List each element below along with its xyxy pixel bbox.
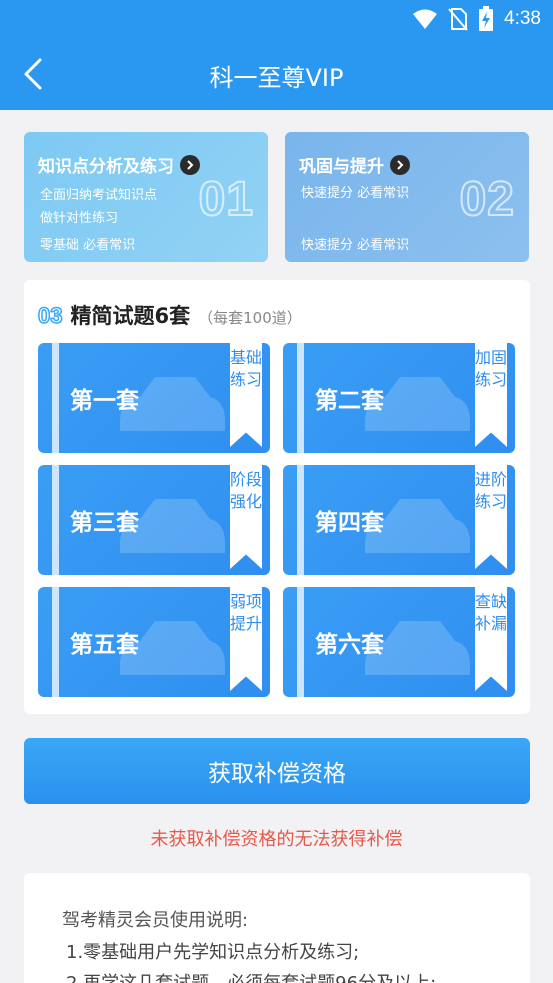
no-sim-icon — [448, 8, 468, 31]
card-number: 02 — [459, 172, 515, 227]
card-desc-1: 快速提分 必看常识 — [301, 186, 410, 201]
set-ribbon-text: 查缺补漏 — [475, 592, 508, 633]
membership-notes: 驾考精灵会员使用说明: 1.零基础用户先学知识点分析及练习; 2.再学这几套试题… — [24, 873, 530, 983]
set-ribbon-text: 基础练习 — [230, 348, 263, 389]
card-title: 巩固与提升 — [299, 152, 410, 177]
knowledge-analysis-card[interactable]: 知识点分析及练习 全面归纳考试知识点 做针对性练习 零基础 必看常识 01 — [24, 132, 268, 262]
card-desc-1: 全面归纳考试知识点 — [40, 188, 158, 203]
card-number: 01 — [198, 172, 254, 227]
set-ribbon-text: 进阶练习 — [475, 470, 508, 511]
set-stripe — [52, 465, 59, 575]
exam-set-6[interactable]: 第六套 查缺补漏 — [283, 587, 515, 697]
section-subtitle: （每套100道） — [198, 309, 302, 327]
exam-set-4[interactable]: 第四套 进阶练习 — [283, 465, 515, 575]
notes-item: 2.再学这几套试题，必须每套试题96分及以上; — [66, 969, 436, 983]
notes-item: 1.零基础用户先学知识点分析及练习; — [66, 942, 360, 963]
compensation-warning: 未获取补偿资格的无法获得补偿 — [150, 829, 403, 850]
set-stripe — [297, 465, 304, 575]
exam-set-1[interactable]: 第一套 基础练习 — [38, 343, 270, 453]
set-name: 第三套 — [70, 510, 139, 536]
exam-set-3[interactable]: 第三套 阶段强化 — [38, 465, 270, 575]
set-ribbon-text: 加固练习 — [475, 348, 508, 389]
status-icons: 4:38 — [412, 6, 541, 32]
set-stripe — [52, 587, 59, 697]
set-name: 第五套 — [70, 632, 139, 658]
nav-bar: 科一至尊VIP — [0, 38, 553, 110]
card-title-text: 知识点分析及练习 — [38, 157, 174, 177]
section-header: 03 精简试题6套 （每套100道） — [37, 300, 302, 330]
set-name: 第一套 — [70, 388, 139, 414]
card-title-text: 巩固与提升 — [299, 157, 384, 177]
status-time: 4:38 — [504, 8, 541, 29]
card-tag: 快速提分 必看常识 — [301, 238, 410, 253]
battery-charging-icon — [479, 6, 494, 31]
wifi-icon — [413, 9, 438, 29]
exam-set-5[interactable]: 第五套 弱项提升 — [38, 587, 270, 697]
chevron-right-icon — [390, 154, 410, 175]
set-name: 第四套 — [315, 510, 384, 536]
get-compensation-button[interactable]: 获取补偿资格 — [24, 738, 530, 804]
notes-title: 驾考精灵会员使用说明: — [62, 910, 249, 931]
set-stripe — [52, 343, 59, 453]
set-name: 第六套 — [315, 632, 384, 658]
consolidate-card[interactable]: 巩固与提升 快速提分 必看常识 快速提分 必看常识 02 — [285, 132, 529, 262]
section-number: 03 — [37, 302, 63, 329]
card-tag: 零基础 必看常识 — [40, 238, 136, 253]
set-stripe — [297, 343, 304, 453]
chevron-right-icon — [180, 154, 200, 175]
set-name: 第二套 — [315, 388, 384, 414]
set-stripe — [297, 587, 304, 697]
exam-set-2[interactable]: 第二套 加固练习 — [283, 343, 515, 453]
section-title: 精简试题6套 — [70, 304, 191, 328]
status-bar: 4:38 — [0, 0, 553, 38]
card-desc-2: 做针对性练习 — [40, 211, 119, 226]
set-ribbon-text: 阶段强化 — [230, 470, 263, 511]
set-ribbon-text: 弱项提升 — [230, 592, 263, 633]
exam-sets-panel: 03 精简试题6套 （每套100道） 第一套 基础练习 第二套 加固练习 第三套… — [24, 280, 530, 714]
page-title: 科一至尊VIP — [209, 64, 344, 92]
card-title: 知识点分析及练习 — [38, 152, 200, 177]
